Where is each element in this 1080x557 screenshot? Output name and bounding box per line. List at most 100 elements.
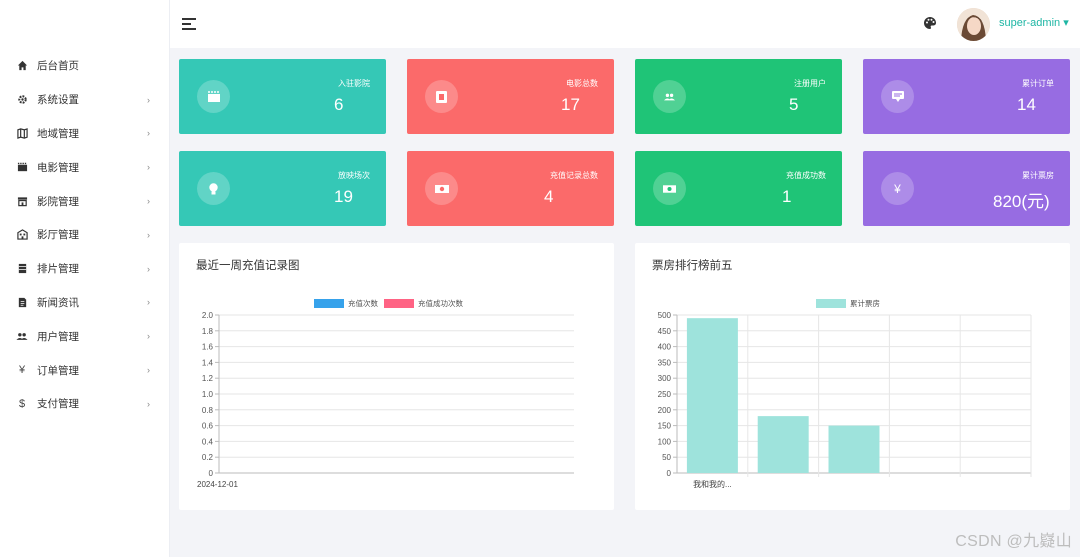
y-tick-label: 250 xyxy=(658,390,672,399)
sidebar-item-users[interactable]: 用户管理 › xyxy=(0,319,170,353)
palette-icon[interactable] xyxy=(923,16,937,30)
y-tick-label: 100 xyxy=(658,437,672,446)
bar xyxy=(828,425,880,473)
stat-label: 累计票房 xyxy=(1022,171,1054,180)
sidebar-item-movies[interactable]: 电影管理 › xyxy=(0,150,170,184)
sidebar-item-system-settings[interactable]: 系统设置 › xyxy=(0,83,170,117)
stat-label: 充值记录总数 xyxy=(550,171,598,180)
stat-label: 累计订单 xyxy=(1022,79,1054,88)
x-tick-label: 我和我的... xyxy=(693,479,732,489)
sidebar-item-label: 排片管理 xyxy=(37,263,79,276)
sidebar-menu: 后台首页 系统设置 › 地域管理 › 电影管理 › 影院管理 › 影厅管理 › … xyxy=(0,49,170,421)
film-icon xyxy=(16,161,28,173)
chevron-right-icon: › xyxy=(147,331,150,342)
y-tick-label: 0.6 xyxy=(202,422,214,431)
stat-value: 820(元) xyxy=(993,192,1050,211)
gear-icon xyxy=(16,94,28,106)
chevron-right-icon: › xyxy=(147,128,150,139)
stat-card-users[interactable]: 注册用户 5 xyxy=(635,59,842,134)
y-tick-label: 2.0 xyxy=(202,311,214,320)
store-icon xyxy=(16,195,28,207)
yen-icon: ¥ xyxy=(18,364,26,377)
y-tick-label: 1.6 xyxy=(202,343,214,352)
stat-card-movies[interactable]: 电影总数 17 xyxy=(407,59,614,134)
sidebar-item-orders[interactable]: ¥ 订单管理 › xyxy=(0,353,170,387)
sidebar-item-cinemas[interactable]: 影院管理 › xyxy=(0,184,170,218)
sidebar-item-label: 系统设置 xyxy=(37,94,79,107)
stat-value: 6 xyxy=(334,95,344,114)
stat-card-recharge-success[interactable]: 充值成功数 1 xyxy=(635,151,842,226)
sidebar-item-label: 新闻资讯 xyxy=(37,296,79,309)
home-icon xyxy=(16,60,28,72)
chevron-right-icon: › xyxy=(147,196,150,207)
y-tick-label: 450 xyxy=(658,327,672,336)
stat-label: 充值成功数 xyxy=(786,171,826,180)
chevron-right-icon: › xyxy=(147,263,150,274)
chevron-right-icon: › xyxy=(147,398,150,409)
y-tick-label: 150 xyxy=(658,422,672,431)
bar xyxy=(757,416,809,473)
sidebar-item-halls[interactable]: 影厅管理 › xyxy=(0,218,170,252)
stat-value: 17 xyxy=(561,95,580,114)
recharge-chart-panel: 最近一周充值记录图 充值次数 充值成功次数 2.0 1.8 1.6 1.4 1.2 1.0… xyxy=(179,243,614,510)
dollar-icon: $ xyxy=(18,397,26,410)
box-office-chart: 500450400350300250200150100500我和我的... xyxy=(658,311,1032,489)
stat-value: 1 xyxy=(782,187,792,206)
y-tick-label: 0 xyxy=(209,469,214,478)
building-icon xyxy=(16,229,28,241)
sidebar-item-home[interactable]: 后台首页 xyxy=(0,49,170,83)
stat-card-cinemas[interactable]: 入驻影院 6 xyxy=(179,59,386,134)
user-menu[interactable]: super-admin ▾ xyxy=(999,16,1069,29)
calendar-icon xyxy=(16,263,28,275)
sidebar: 后台首页 系统设置 › 地域管理 › 电影管理 › 影院管理 › 影厅管理 › … xyxy=(0,0,170,557)
stat-label: 入驻影院 xyxy=(338,79,370,88)
y-tick-label: 1.0 xyxy=(202,390,214,399)
stat-value: 5 xyxy=(789,95,799,114)
box-office-chart-panel: 票房排行榜前五 累计票房 500 450 400 350 300 250 200 150 100… xyxy=(635,243,1070,510)
sidebar-item-schedule[interactable]: 排片管理 › xyxy=(0,252,170,286)
sidebar-item-news[interactable]: 新闻资讯 › xyxy=(0,286,170,320)
y-tick-label: 50 xyxy=(662,453,671,462)
stat-label: 注册用户 xyxy=(794,79,826,88)
stat-card-box-office[interactable]: ¥ 累计票房 820(元) xyxy=(863,151,1070,226)
sidebar-item-label: 支付管理 xyxy=(37,398,79,411)
sidebar-item-label: 订单管理 xyxy=(37,364,79,377)
y-tick-label: 350 xyxy=(658,358,672,367)
sidebar-item-payments[interactable]: $ 支付管理 › xyxy=(0,387,170,421)
y-tick-label: 0 xyxy=(667,469,672,478)
y-tick-label: 0.4 xyxy=(202,437,214,446)
sidebar-item-label: 地域管理 xyxy=(37,127,79,140)
y-tick-label: 1.8 xyxy=(202,327,214,336)
news-icon xyxy=(16,296,28,308)
x-tick-label: 2024-12-01 xyxy=(197,480,238,489)
sidebar-item-label: 影厅管理 xyxy=(37,229,79,242)
y-tick-label: 400 xyxy=(658,343,672,352)
sidebar-item-label: 影院管理 xyxy=(37,195,79,208)
top-header: super-admin ▾ xyxy=(170,0,1080,48)
y-tick-label: 300 xyxy=(658,374,672,383)
stat-card-orders[interactable]: 累计订单 14 xyxy=(863,59,1070,134)
y-tick-label: 200 xyxy=(658,406,672,415)
stat-card-screenings[interactable]: 放映场次 19 xyxy=(179,151,386,226)
y-tick-label: 1.2 xyxy=(202,374,214,383)
map-icon xyxy=(16,127,28,139)
recharge-chart: 2.0 1.8 1.6 1.4 1.2 1.0 0.8 0.6 0.4 0.2 0 2024-12-0… xyxy=(197,311,574,489)
sidebar-item-label: 电影管理 xyxy=(37,161,79,174)
y-tick-label: 0.8 xyxy=(202,406,214,415)
stat-value: 4 xyxy=(544,187,554,206)
stat-label: 电影总数 xyxy=(566,79,598,88)
sidebar-item-label: 用户管理 xyxy=(37,330,79,343)
stat-label: 放映场次 xyxy=(338,171,370,180)
avatar[interactable] xyxy=(957,8,990,41)
menu-toggle-icon[interactable] xyxy=(182,18,196,30)
stat-value: 19 xyxy=(334,187,353,206)
watermark: CSDN @九嶷山 xyxy=(955,533,1072,550)
stat-value: 14 xyxy=(1017,95,1036,114)
sidebar-item-region[interactable]: 地域管理 › xyxy=(0,117,170,151)
users-icon xyxy=(16,330,28,342)
chevron-right-icon: › xyxy=(147,297,150,308)
stat-card-recharge-records[interactable]: 充值记录总数 4 xyxy=(407,151,614,226)
chevron-right-icon: › xyxy=(147,365,150,376)
sidebar-item-label: 后台首页 xyxy=(37,60,79,73)
y-tick-label: 500 xyxy=(658,311,672,320)
